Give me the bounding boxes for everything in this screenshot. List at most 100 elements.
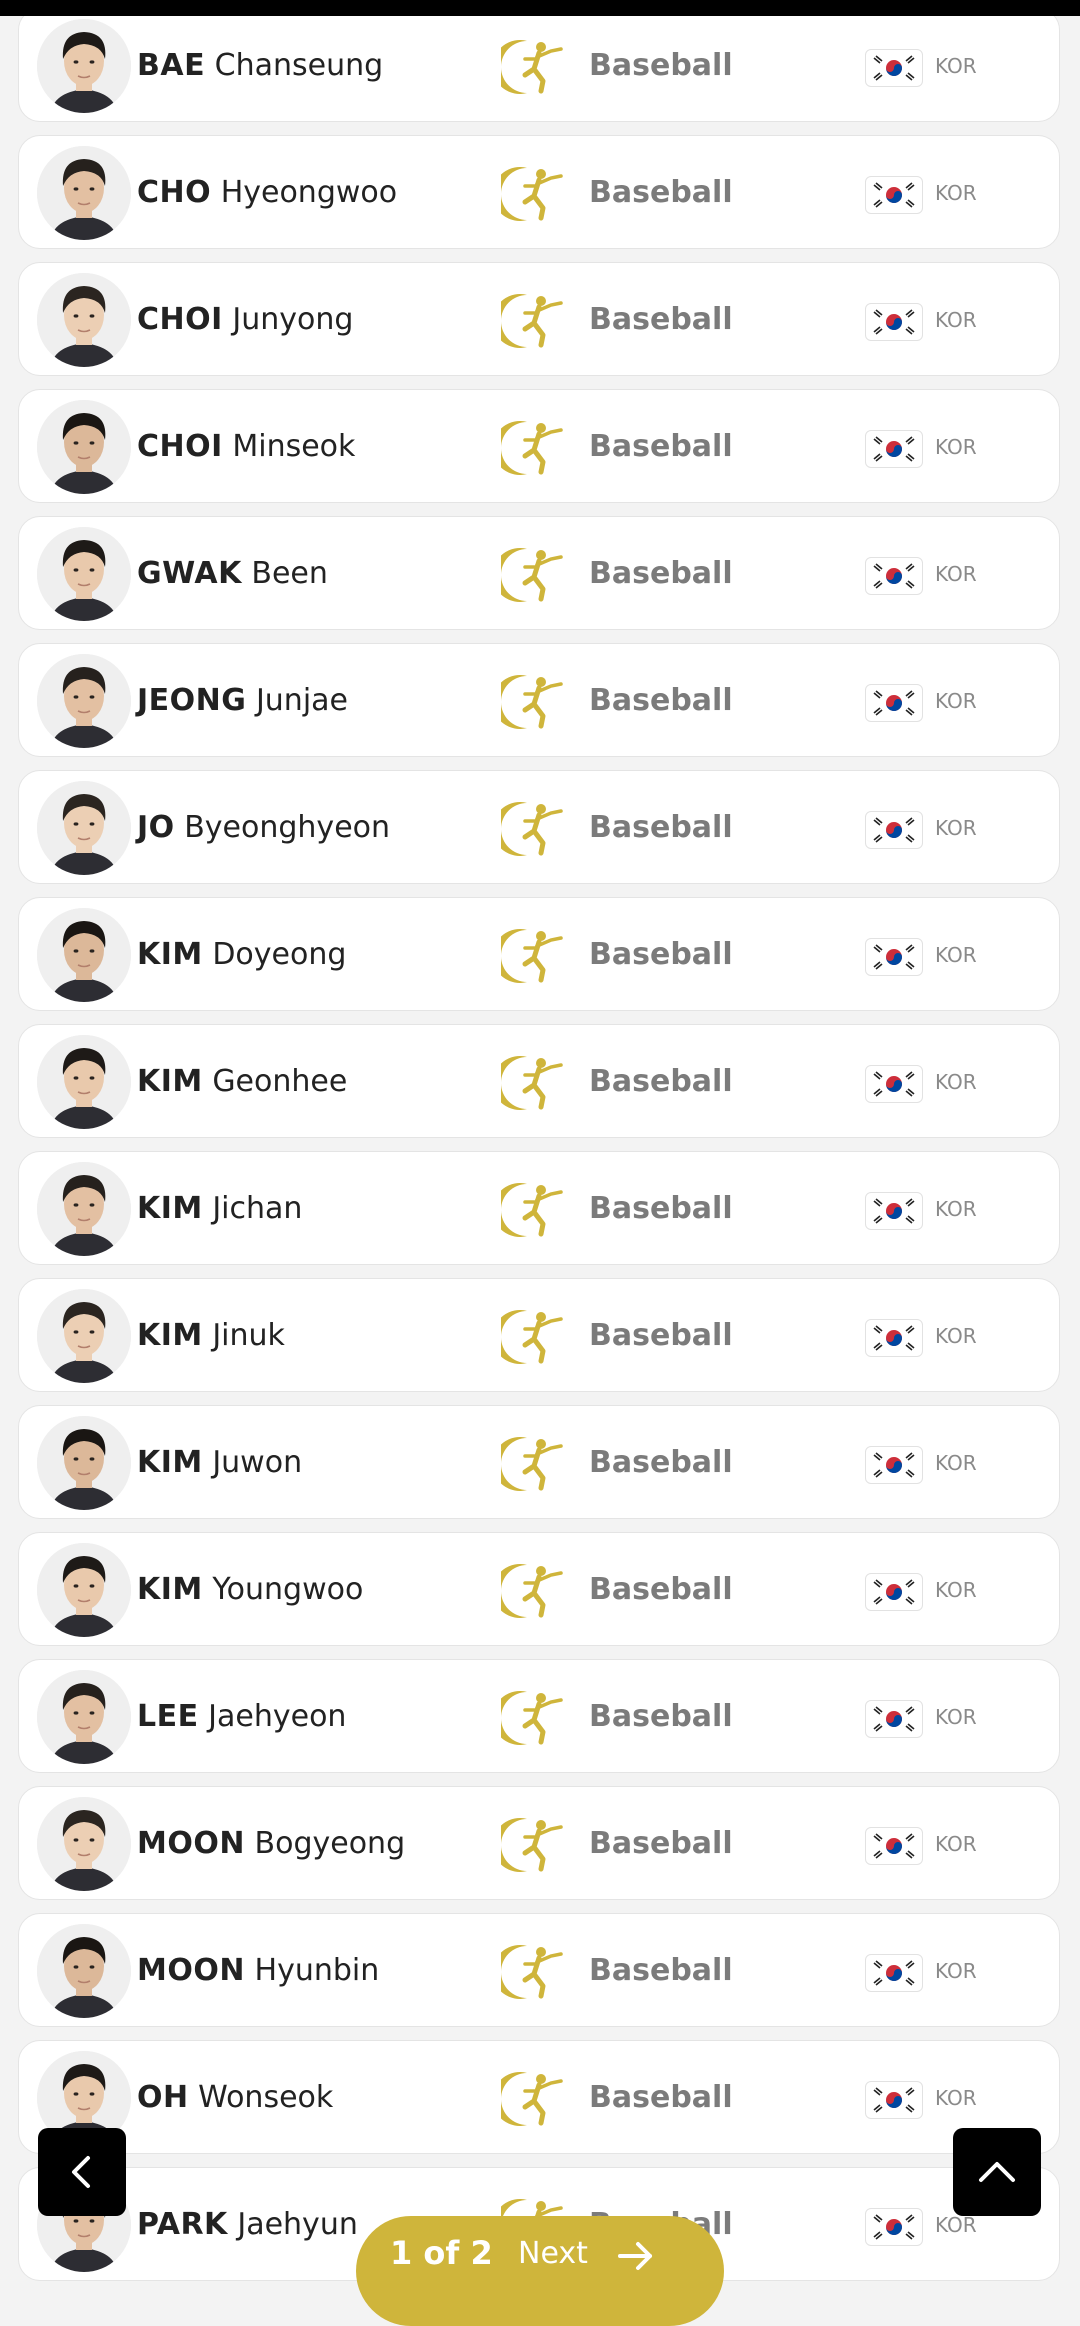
athlete-row[interactable]: GWAK Been Baseball KOR [18,516,1060,630]
athlete-last-name: BAE [137,48,206,83]
athlete-photo [37,527,131,621]
baseball-pictogram-icon [501,421,563,475]
athlete-last-name: KIM [137,1191,203,1226]
athlete-last-name: KIM [137,937,203,972]
athlete-first-name: Been [251,556,328,591]
baseball-pictogram-icon [501,2072,563,2126]
athlete-name: LEE Jaehyeon [137,1660,346,1774]
athlete-last-name: JEONG [137,683,247,718]
athlete-row[interactable]: KIM Geonhee Baseball KOR [18,1024,1060,1138]
athlete-name: KIM Jinuk [137,1279,285,1393]
chevron-up-icon [979,2162,1015,2182]
athlete-photo [37,781,131,875]
athlete-name: MOON Bogyeong [137,1787,405,1901]
sport-label: Baseball [589,175,733,210]
athlete-name: MOON Hyunbin [137,1914,379,2028]
athlete-row[interactable]: CHO Hyeongwoo Baseball KOR [18,135,1060,249]
athlete-last-name: KIM [137,1445,203,1480]
athlete-row[interactable]: MOON Bogyeong Baseball KOR [18,1786,1060,1900]
athlete-photo [37,1670,131,1764]
next-page-button[interactable]: Next [518,2236,588,2271]
athlete-row[interactable]: JEONG Junjae Baseball KOR [18,643,1060,757]
athlete-name: CHO Hyeongwoo [137,136,397,250]
south-korea-flag-icon [865,1827,923,1865]
athlete-row[interactable]: JO Byeonghyeon Baseball KOR [18,770,1060,884]
previous-button[interactable] [38,2128,126,2216]
athlete-last-name: KIM [137,1572,203,1607]
country-code: KOR [935,1705,977,1729]
athlete-first-name: Jinuk [212,1318,285,1353]
athlete-last-name: KIM [137,1064,203,1099]
athlete-row[interactable]: CHOI Junyong Baseball KOR [18,262,1060,376]
scroll-to-top-button[interactable] [953,2128,1041,2216]
athlete-row[interactable]: MOON Hyunbin Baseball KOR [18,1913,1060,2027]
athlete-first-name: Geonhee [212,1064,348,1099]
south-korea-flag-icon [865,1700,923,1738]
country-code: KOR [935,1197,977,1221]
athlete-photo [37,1416,131,1510]
athlete-first-name: Byeonghyeon [184,810,391,845]
sport-label: Baseball [589,1953,733,1988]
athlete-row[interactable]: CHOI Minseok Baseball KOR [18,389,1060,503]
sport-label: Baseball [589,1699,733,1734]
athlete-name: BAE Chanseung [137,9,383,123]
baseball-pictogram-icon [501,1310,563,1364]
country-code: KOR [935,54,977,78]
athlete-row[interactable]: KIM Doyeong Baseball KOR [18,897,1060,1011]
country-code: KOR [935,1832,977,1856]
athlete-row[interactable]: OH Wonseok Baseball KOR [18,2040,1060,2154]
athlete-photo [37,1289,131,1383]
athlete-first-name: Jaehyeon [208,1699,347,1734]
south-korea-flag-icon [865,176,923,214]
athlete-first-name: Hyunbin [254,1953,380,1988]
athlete-row[interactable]: KIM Jinuk Baseball KOR [18,1278,1060,1392]
baseball-pictogram-icon [501,1691,563,1745]
athlete-photo [37,1162,131,1256]
athlete-name: GWAK Been [137,517,328,631]
baseball-pictogram-icon [501,294,563,348]
baseball-pictogram-icon [501,802,563,856]
athlete-photo [37,273,131,367]
athlete-row[interactable]: KIM Youngwoo Baseball KOR [18,1532,1060,1646]
athlete-first-name: Youngwoo [212,1572,364,1607]
country-code: KOR [935,1959,977,1983]
athlete-last-name: JO [137,810,175,845]
athlete-name: KIM Doyeong [137,898,346,1012]
south-korea-flag-icon [865,430,923,468]
athlete-row[interactable]: BAE Chanseung Baseball KOR [18,8,1060,122]
baseball-pictogram-icon [501,929,563,983]
athlete-last-name: KIM [137,1318,203,1353]
page-indicator: 1 of 2 [390,2234,493,2272]
athlete-last-name: CHOI [137,429,223,464]
country-code: KOR [935,1578,977,1602]
athlete-photo [37,1035,131,1129]
athlete-name: KIM Jichan [137,1152,302,1266]
south-korea-flag-icon [865,1446,923,1484]
south-korea-flag-icon [865,1065,923,1103]
south-korea-flag-icon [865,1319,923,1357]
athlete-photo [37,146,131,240]
south-korea-flag-icon [865,2208,923,2246]
south-korea-flag-icon [865,1573,923,1611]
athlete-photo [37,1797,131,1891]
sport-label: Baseball [589,1191,733,1226]
athlete-last-name: MOON [137,1953,245,1988]
athlete-row[interactable]: KIM Juwon Baseball KOR [18,1405,1060,1519]
athlete-first-name: Doyeong [212,937,347,972]
athlete-first-name: Jichan [212,1191,303,1226]
baseball-pictogram-icon [501,1818,563,1872]
baseball-pictogram-icon [501,1056,563,1110]
athlete-name: JO Byeonghyeon [137,771,390,885]
country-code: KOR [935,181,977,205]
south-korea-flag-icon [865,1954,923,1992]
athlete-row[interactable]: KIM Jichan Baseball KOR [18,1151,1060,1265]
athlete-row[interactable]: LEE Jaehyeon Baseball KOR [18,1659,1060,1773]
athlete-first-name: Minseok [232,429,356,464]
sport-label: Baseball [589,302,733,337]
south-korea-flag-icon [865,938,923,976]
athlete-first-name: Junjae [255,683,348,718]
arrow-right-icon[interactable] [616,2236,656,2276]
sport-label: Baseball [589,2080,733,2115]
baseball-pictogram-icon [501,1945,563,1999]
athlete-first-name: Chanseung [214,48,384,83]
